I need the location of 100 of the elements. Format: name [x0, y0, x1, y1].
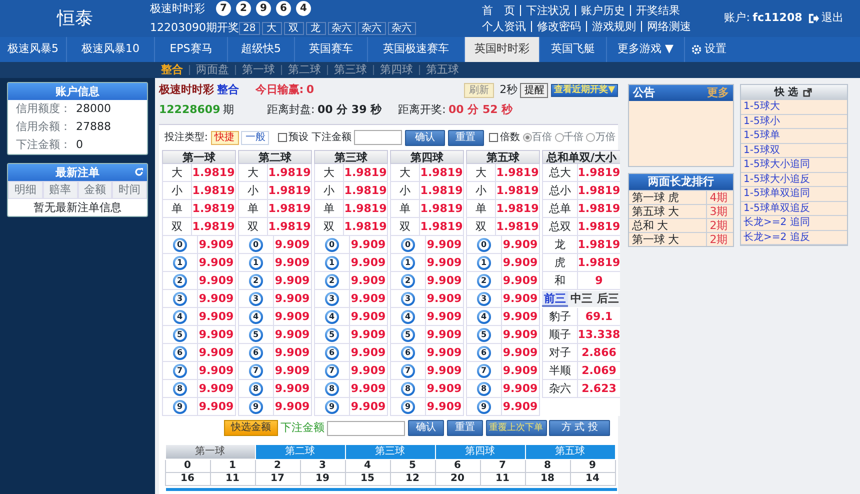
- result-ball: 2: [236, 1, 251, 16]
- header-link[interactable]: 修改密码: [531, 21, 586, 32]
- number-ball: 9: [476, 400, 491, 414]
- quick-select-item[interactable]: 长龙>=2 追反: [740, 230, 846, 245]
- sub-tab[interactable]: 两面盘: [189, 65, 235, 75]
- group-tab[interactable]: 中三: [568, 291, 595, 308]
- quick-amount-button[interactable]: 快选金额: [224, 420, 278, 436]
- odds-value: 1.9819: [268, 164, 311, 180]
- number-ball: 7: [172, 364, 187, 378]
- group-tab[interactable]: 前三: [542, 291, 568, 308]
- odds-value: 9.909: [198, 290, 235, 306]
- odds-value: 1.9819: [420, 182, 463, 198]
- number-ball: 8: [248, 382, 263, 396]
- sub-tab[interactable]: 整合: [155, 65, 189, 75]
- header-link[interactable]: 开奖结果: [630, 4, 686, 16]
- quick-select-item[interactable]: 1-5球小: [740, 114, 846, 129]
- quick-select-item[interactable]: 1-5球大小追反: [740, 172, 846, 187]
- panel-title: 两面长龙排行: [629, 174, 733, 190]
- quick-select-item[interactable]: 长龙>=2 追同: [740, 216, 846, 230]
- count-cell: 17: [255, 472, 300, 486]
- reset-button[interactable]: 重置: [448, 130, 484, 146]
- number-cell: 5: [390, 459, 435, 472]
- header-link[interactable]: 游戏规则: [586, 21, 642, 32]
- bet-option: 单: [248, 200, 259, 217]
- bet-option: 小: [476, 182, 487, 199]
- amount-label: 下注金额: [280, 420, 324, 436]
- amount-label: 下注金额: [311, 130, 352, 145]
- quick-select-item[interactable]: 1-5球大小追同: [740, 158, 846, 172]
- odds-value: 1.9819: [192, 164, 235, 180]
- odds-value: 13.338: [578, 326, 620, 342]
- odds-value: 9.909: [350, 398, 387, 414]
- count-cell: 16: [165, 472, 210, 486]
- quick-select-item[interactable]: 1-5球单双追反: [740, 202, 846, 216]
- bet-option: 双: [400, 218, 411, 235]
- odds-value: 9.909: [274, 326, 311, 342]
- odds-value: 9.909: [502, 326, 539, 342]
- confirm-button[interactable]: 确认: [404, 130, 445, 146]
- odds-value: 9.909: [426, 254, 463, 270]
- mode-label: 整合: [216, 82, 239, 98]
- bet-option: 大: [248, 164, 259, 181]
- stats-tab[interactable]: 第四球: [435, 444, 525, 460]
- quick-select-item[interactable]: 1-5球单: [740, 129, 846, 144]
- count-cell: 19: [300, 472, 345, 486]
- refresh-button[interactable]: 刷新: [464, 82, 494, 98]
- confirm-button[interactable]: 确认: [408, 420, 444, 436]
- bet-type-tab[interactable]: 快捷: [210, 130, 239, 144]
- stats-tab[interactable]: 第二球: [255, 444, 345, 460]
- quick-select-item[interactable]: 1-5球单双追同: [740, 187, 846, 202]
- quick-select-item[interactable]: 1-5球双: [740, 144, 846, 158]
- number-ball: 5: [172, 328, 187, 342]
- header-link[interactable]: 首 页: [477, 4, 520, 16]
- header-link[interactable]: 网络测速: [641, 21, 696, 32]
- remind-button[interactable]: 提醒: [520, 82, 548, 98]
- game-tab[interactable]: 英国时时彩: [465, 37, 540, 62]
- number-ball: 2: [476, 274, 491, 288]
- odds-value: 9.909: [198, 380, 235, 396]
- number-ball: 6: [400, 346, 415, 360]
- number-ball: 2: [172, 274, 187, 288]
- header-link[interactable]: 下注状况: [520, 4, 576, 16]
- number-ball: 7: [476, 364, 491, 378]
- bet-option: 单: [172, 200, 183, 217]
- odds-value: 9.909: [426, 326, 463, 342]
- number-cell: 4: [345, 459, 390, 472]
- group-tab[interactable]: 后三: [594, 291, 622, 308]
- sub-tab[interactable]: 第三球: [327, 65, 373, 75]
- info-value: 27888: [76, 118, 111, 135]
- number-ball: 0: [476, 238, 491, 252]
- odds-value: 9.909: [502, 290, 539, 306]
- number-cell: 0: [165, 459, 210, 472]
- settings-link[interactable]: 设置: [704, 41, 726, 58]
- reset-button[interactable]: 重置: [446, 420, 483, 436]
- quick-select-item[interactable]: 1-5球大: [740, 100, 846, 114]
- odds-value: 9.909: [426, 290, 463, 306]
- bet-option: 小: [400, 182, 411, 199]
- number-ball: 6: [324, 346, 339, 360]
- repeat-bet-button[interactable]: 重覆上次下单: [486, 420, 546, 436]
- sub-tab[interactable]: 第五球: [419, 65, 465, 75]
- count-cell: 18: [525, 472, 570, 486]
- logout-link[interactable]: 退出: [822, 10, 844, 27]
- header-link[interactable]: 账户历史: [575, 4, 630, 16]
- odds-value: 9.909: [502, 308, 539, 324]
- sub-tab[interactable]: 第四球: [373, 65, 419, 75]
- header-link[interactable]: 个人资讯: [477, 21, 532, 32]
- stats-tab[interactable]: 第三球: [345, 444, 435, 460]
- stats-tab[interactable]: 第一球: [165, 444, 255, 460]
- bet-type-tab[interactable]: 一般: [241, 130, 270, 144]
- info-label: 信用余额：: [16, 118, 72, 135]
- ranking-periods: 2期: [708, 218, 729, 232]
- sub-tab[interactable]: 第二球: [281, 65, 327, 75]
- ranking-periods: 2期: [708, 232, 729, 246]
- odds-value: 9.909: [198, 308, 235, 324]
- bet-option: 大: [324, 164, 335, 181]
- count-cell: 20: [435, 472, 480, 486]
- mode-button[interactable]: 方 式 投: [549, 420, 610, 436]
- panel-title: 公告: [633, 85, 655, 101]
- stats-tab[interactable]: 第五球: [525, 444, 615, 460]
- column-header: 总和单双/大小: [542, 150, 622, 164]
- sub-tab[interactable]: 第一球: [235, 65, 281, 75]
- odds-value: 1.9819: [578, 200, 620, 216]
- count-cell: 14: [570, 472, 615, 486]
